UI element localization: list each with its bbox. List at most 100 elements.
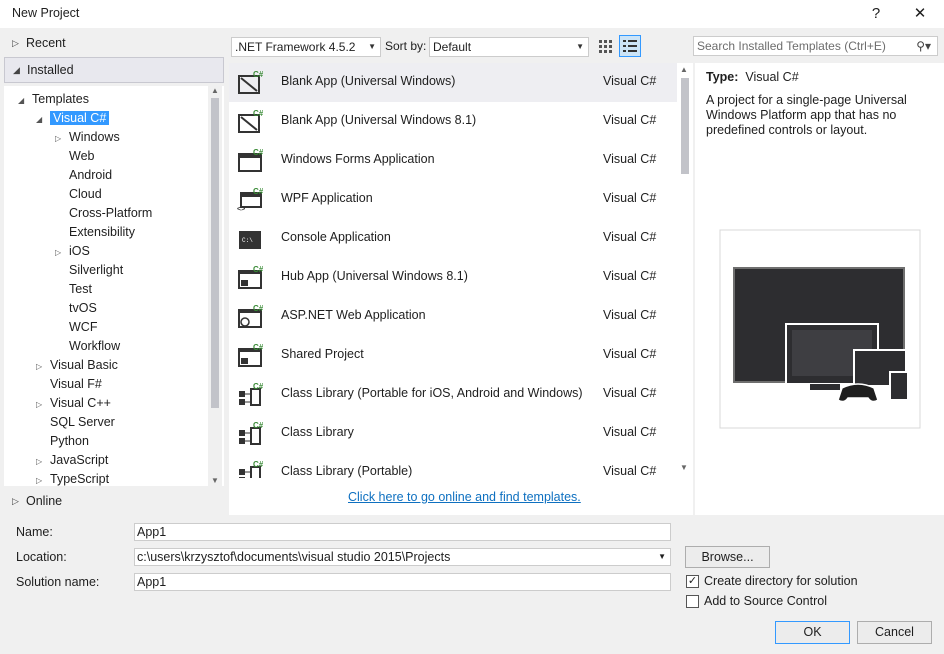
expand-arrow-icon: ▷ [12, 496, 19, 506]
list-view-button[interactable] [619, 35, 641, 57]
add-source-control-checkbox[interactable] [686, 595, 699, 608]
solution-name-input[interactable]: App1 [134, 573, 671, 591]
list-view-icon [623, 40, 637, 52]
svg-text:<>: <> [237, 206, 245, 212]
browse-button[interactable]: Browse... [685, 546, 770, 568]
add-source-control-label: Add to Source Control [704, 594, 827, 608]
expand-arrow-icon: ▷ [55, 134, 62, 143]
chevron-down-icon: ▼ [658, 552, 666, 561]
tree-item-android[interactable]: Android [69, 166, 112, 185]
project-name-input[interactable]: App1 [134, 523, 671, 541]
chevron-down-icon: ▼ [576, 42, 584, 51]
online-templates-link[interactable]: Click here to go online and find templat… [348, 490, 581, 504]
template-row[interactable]: <> C# WPF Application Visual C# [229, 180, 677, 219]
template-row[interactable]: C# Blank App (Universal Windows) Visual … [229, 63, 677, 102]
tree-item-cross-platform[interactable]: Cross-Platform [69, 204, 152, 223]
blank-app-icon: C# [238, 110, 263, 133]
create-directory-checkbox[interactable]: ✓ [686, 575, 699, 588]
template-list-scroll-thumb[interactable] [681, 78, 689, 174]
collapse-arrow-icon: ◢ [36, 115, 43, 124]
class-library-icon: C# [239, 383, 263, 406]
tree-item-extensibility[interactable]: Extensibility [69, 223, 135, 242]
grid-view-icon [599, 40, 612, 53]
installed-header[interactable]: ◢ Installed [4, 57, 224, 83]
create-directory-label: Create directory for solution [704, 574, 858, 588]
tree-item-visual-fsharp[interactable]: Visual F# [50, 375, 102, 394]
svg-text:C#: C# [253, 344, 263, 352]
aspnet-icon: C# [238, 305, 263, 328]
tree-item-ios[interactable]: ▷ iOS [55, 242, 90, 261]
windows-forms-icon: C# [238, 149, 263, 172]
tree-item-visual-csharp[interactable]: ◢ Visual C# [36, 109, 110, 128]
tree-item-sql-server[interactable]: SQL Server [50, 413, 115, 432]
small-icons-view-button[interactable] [596, 36, 616, 56]
framework-dropdown[interactable]: .NET Framework 4.5.2 ▼ [231, 37, 381, 57]
template-row[interactable]: C:\ Console Application Visual C# [229, 219, 677, 258]
ok-button[interactable]: OK [775, 621, 850, 644]
console-icon: C:\ [239, 231, 261, 249]
tree-item-visual-basic[interactable]: ▷ Visual Basic [36, 356, 118, 375]
expand-arrow-icon: ▷ [12, 38, 19, 48]
wpf-icon: <> C# [237, 188, 263, 212]
expand-arrow-icon: ▷ [36, 476, 43, 485]
tree-item-wcf[interactable]: WCF [69, 318, 97, 337]
search-templates-input[interactable]: Search Installed Templates (Ctrl+E) ⚲▾ [693, 36, 938, 56]
hub-app-icon: C# [238, 266, 263, 289]
svg-text:C#: C# [253, 266, 263, 274]
location-combo[interactable]: c:\users\krzysztof\documents\visual stud… [134, 548, 671, 566]
svg-text:C#: C# [253, 305, 263, 313]
template-row[interactable]: C# Class Library Visual C# [229, 414, 677, 453]
collapse-arrow-icon: ◢ [18, 96, 25, 105]
sort-dropdown[interactable]: Default ▼ [429, 37, 589, 57]
shared-project-icon: C# [238, 344, 263, 367]
checkmark-icon: ✓ [687, 575, 698, 587]
template-row[interactable]: C# ASP.NET Web Application Visual C# [229, 297, 677, 336]
expand-arrow-icon: ▷ [36, 457, 43, 466]
template-row[interactable]: C# Windows Forms Application Visual C# [229, 141, 677, 180]
template-tree: ◢ Templates ◢ Visual C# ▷ Windows Web Andro… [4, 86, 224, 486]
tree-item-silverlight[interactable]: Silverlight [69, 261, 123, 280]
location-label: Location: [16, 550, 67, 564]
collapse-arrow-icon: ◢ [13, 65, 20, 75]
svg-text:C#: C# [253, 383, 263, 391]
svg-text:C#: C# [253, 422, 263, 430]
expand-arrow-icon: ▷ [36, 400, 43, 409]
tree-item-javascript[interactable]: ▷ JavaScript [36, 451, 108, 470]
help-button[interactable]: ? [856, 0, 896, 28]
tree-scroll-thumb[interactable] [211, 98, 219, 408]
scroll-up-arrow-icon[interactable]: ▲ [680, 65, 688, 74]
template-row[interactable]: C# Shared Project Visual C# [229, 336, 677, 375]
template-row[interactable]: C# Hub App (Universal Windows 8.1) Visua… [229, 258, 677, 297]
svg-text:C:\: C:\ [242, 237, 253, 244]
tree-item-cloud[interactable]: Cloud [69, 185, 102, 204]
universal-windows-devices-preview-icon [719, 229, 921, 429]
template-row[interactable]: C# Class Library (Portable for iOS, Andr… [229, 375, 677, 414]
tree-item-windows[interactable]: ▷ Windows [55, 128, 120, 147]
tree-item-typescript[interactable]: ▷ TypeScript [36, 470, 109, 486]
close-button[interactable]: ✕ [900, 0, 940, 28]
tree-item-visual-cpp[interactable]: ▷ Visual C++ [36, 394, 111, 413]
template-row[interactable]: C# Blank App (Universal Windows 8.1) Vis… [229, 102, 677, 141]
type-line: Type: Visual C# [706, 70, 799, 84]
scroll-down-arrow-icon[interactable]: ▼ [680, 463, 688, 472]
svg-text:C#: C# [253, 149, 263, 157]
recent-header[interactable]: ▷ Recent [4, 31, 224, 55]
solution-name-label: Solution name: [16, 575, 100, 589]
tree-item-tvos[interactable]: tvOS [69, 299, 97, 318]
svg-text:C#: C# [253, 461, 263, 469]
window-title: New Project [12, 6, 80, 20]
tree-item-web[interactable]: Web [69, 147, 94, 166]
svg-text:C#: C# [253, 71, 263, 79]
tree-item-python[interactable]: Python [50, 432, 89, 451]
online-header[interactable]: ▷ Online [4, 489, 224, 513]
tree-item-test[interactable]: Test [69, 280, 92, 299]
scroll-up-arrow-icon[interactable]: ▲ [211, 86, 219, 95]
class-library-icon: C# [239, 422, 263, 445]
title-bar [0, 0, 944, 28]
blank-app-icon: C# [238, 71, 263, 94]
scroll-down-arrow-icon[interactable]: ▼ [211, 476, 219, 485]
cancel-button[interactable]: Cancel [857, 621, 932, 644]
tree-item-workflow[interactable]: Workflow [69, 337, 120, 356]
template-list: C# Blank App (Universal Windows) Visual … [229, 63, 677, 515]
tree-item-templates[interactable]: ◢ Templates [18, 90, 89, 109]
